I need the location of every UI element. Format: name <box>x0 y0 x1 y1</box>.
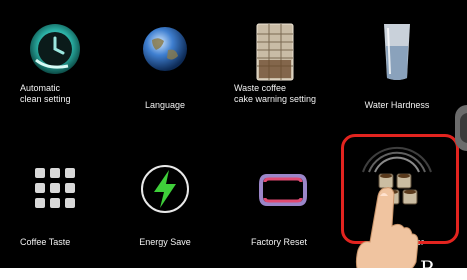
water-glass-icon <box>384 24 410 80</box>
tile-energy-save[interactable]: Energy Save <box>110 160 220 270</box>
reset-frame-icon <box>259 174 307 206</box>
tile-waste-coffee-cake-warning[interactable]: Waste coffee cake warning setting <box>220 22 330 132</box>
corner-text: P <box>420 256 434 280</box>
tile-label: Waste coffee cake warning setting <box>234 83 317 104</box>
scroll-handle[interactable] <box>455 105 467 151</box>
tile-water-hardness[interactable]: Water Hardness <box>342 22 452 132</box>
coffee-grounds-bin-icon <box>256 23 294 81</box>
pointing-hand-icon <box>355 187 419 276</box>
tile-coffee-taste[interactable]: Coffee Taste <box>0 160 110 270</box>
lightning-icon <box>141 165 189 213</box>
globe-icon <box>143 27 187 71</box>
clock-clean-icon <box>30 24 80 74</box>
tile-language[interactable]: Language <box>110 22 220 132</box>
bottom-strip <box>0 268 467 276</box>
tile-automatic-clean-setting[interactable]: Automatic clean setting <box>0 22 110 132</box>
tile-factory-reset[interactable]: Factory Reset <box>228 160 338 270</box>
bean-grid-icon <box>35 168 75 208</box>
tile-label: Language <box>144 100 186 110</box>
tile-label: Energy Save <box>139 237 191 247</box>
tile-label: Factory Reset <box>250 237 308 247</box>
tile-label: Water Hardness <box>364 100 430 110</box>
